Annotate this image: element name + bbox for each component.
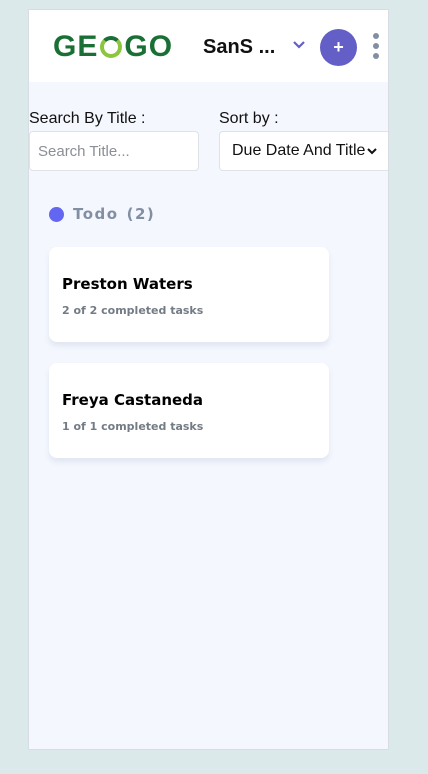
task-card-subtitle: 1 of 1 completed tasks	[62, 420, 204, 433]
search-input[interactable]	[29, 131, 199, 171]
add-task-button[interactable]: +	[320, 29, 357, 66]
logo-ring-icon	[100, 36, 123, 58]
logo-text-right: GO	[124, 30, 174, 63]
chevron-down-icon	[367, 148, 377, 155]
app-window: GE GO SanS ... + Search By Title : Sort …	[28, 9, 389, 750]
more-options-icon[interactable]	[368, 32, 384, 62]
board-title[interactable]: SanS ...	[203, 36, 275, 59]
sort-selected-value: Due Date And Title	[232, 142, 366, 159]
sort-select[interactable]: Due Date And Title	[219, 131, 388, 171]
sort-label: Sort by :	[219, 110, 279, 127]
task-card-subtitle: 2 of 2 completed tasks	[62, 304, 204, 317]
column-name: Todo	[73, 205, 119, 223]
task-card-title: Freya Castaneda	[62, 391, 204, 409]
header: GE GO SanS ... +	[29, 10, 388, 82]
task-card-title: Preston Waters	[62, 275, 193, 293]
plus-icon: +	[333, 37, 344, 57]
column-header-todo: Todo (2)	[49, 205, 155, 223]
task-card[interactable]: Freya Castaneda 1 of 1 completed tasks	[49, 363, 329, 458]
column-color-dot	[49, 206, 64, 222]
chevron-down-icon[interactable]	[291, 37, 307, 53]
logo-text-left: GE	[53, 30, 99, 63]
column-count: (2)	[126, 205, 156, 223]
task-card[interactable]: Preston Waters 2 of 2 completed tasks	[49, 247, 329, 342]
geogo-logo[interactable]: GE GO	[53, 30, 174, 63]
search-label: Search By Title :	[29, 110, 146, 127]
